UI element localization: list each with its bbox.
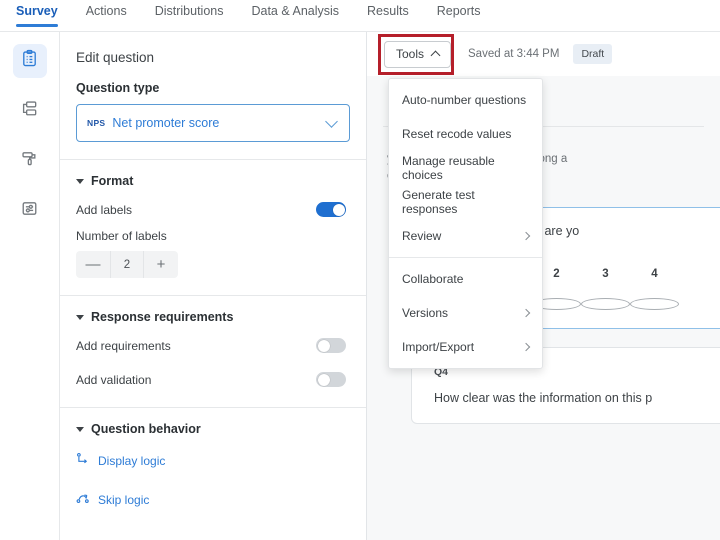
caret-down-icon bbox=[76, 179, 84, 184]
caret-down-icon bbox=[76, 315, 84, 320]
section-response-requirements[interactable]: Response requirements bbox=[60, 296, 366, 324]
tools-dropdown-menu: Auto-number questions Reset recode value… bbox=[388, 78, 543, 369]
left-icon-rail bbox=[0, 32, 60, 540]
section-format[interactable]: Format bbox=[60, 160, 366, 188]
clipboard-icon bbox=[20, 49, 39, 73]
toggle-knob bbox=[333, 204, 345, 216]
nps-number: 4 bbox=[630, 268, 679, 280]
skip-logic-icon bbox=[76, 491, 98, 508]
add-labels-toggle[interactable] bbox=[316, 202, 346, 217]
menu-item-label: Reset recode values bbox=[402, 127, 511, 141]
stepper-decrement-button[interactable]: — bbox=[76, 251, 110, 278]
toggle-knob bbox=[318, 374, 330, 386]
menu-item-label: Auto-number questions bbox=[402, 93, 526, 107]
canvas-toolbar: Tools Saved at 3:44 PM Draft bbox=[367, 32, 720, 76]
saved-status: Saved at 3:44 PM bbox=[468, 48, 559, 60]
nps-number: 3 bbox=[581, 268, 630, 280]
add-requirements-toggle[interactable] bbox=[316, 338, 346, 353]
display-logic-icon bbox=[76, 452, 98, 469]
display-logic-link[interactable]: Display logic bbox=[60, 436, 366, 469]
menu-item-reset-recode-values[interactable]: Reset recode values bbox=[389, 117, 542, 151]
nps-radio-3[interactable] bbox=[581, 298, 630, 310]
menu-item-versions[interactable]: Versions bbox=[389, 296, 542, 330]
menu-item-auto-number-questions[interactable]: Auto-number questions bbox=[389, 83, 542, 117]
menu-item-import-export[interactable]: Import/Export bbox=[389, 330, 542, 364]
menu-item-label: Manage reusable choices bbox=[402, 154, 529, 182]
nav-tab-distributions[interactable]: Distributions bbox=[155, 5, 224, 26]
add-validation-toggle[interactable] bbox=[316, 372, 346, 387]
menu-item-label: Generate test responses bbox=[402, 188, 529, 216]
menu-item-label: Collaborate bbox=[402, 272, 463, 286]
section-format-label: Format bbox=[91, 174, 133, 188]
skip-logic-link[interactable]: Skip logic bbox=[60, 469, 366, 508]
rail-item-builder[interactable] bbox=[13, 44, 47, 78]
caret-down-icon bbox=[76, 427, 84, 432]
number-of-labels-label: Number of labels bbox=[60, 217, 366, 243]
nav-tab-reports[interactable]: Reports bbox=[437, 5, 481, 26]
question-type-select[interactable]: NPS Net promoter score bbox=[76, 104, 350, 142]
section-question-behavior[interactable]: Question behavior bbox=[60, 408, 366, 436]
row-add-requirements: Add requirements bbox=[60, 324, 366, 353]
survey-options-icon bbox=[20, 199, 39, 223]
draft-status-badge: Draft bbox=[573, 44, 612, 64]
section-response-requirements-label: Response requirements bbox=[91, 310, 233, 324]
nps-badge: NPS bbox=[87, 118, 105, 128]
survey-editor-window: Survey Actions Distributions Data & Anal… bbox=[0, 0, 720, 540]
add-requirements-label: Add requirements bbox=[76, 339, 171, 353]
section-question-behavior-label: Question behavior bbox=[91, 422, 201, 436]
question-type-value: Net promoter score bbox=[112, 116, 327, 130]
chevron-up-icon bbox=[431, 51, 441, 61]
row-add-labels: Add labels bbox=[60, 188, 366, 217]
menu-item-collaborate[interactable]: Collaborate bbox=[389, 262, 542, 296]
display-logic-label: Display logic bbox=[98, 454, 165, 468]
toggle-knob bbox=[318, 340, 330, 352]
row-add-validation: Add validation bbox=[60, 353, 366, 387]
rail-item-look-and-feel[interactable] bbox=[13, 144, 47, 178]
menu-item-label: Import/Export bbox=[402, 340, 474, 354]
menu-separator bbox=[389, 257, 542, 258]
skip-logic-label: Skip logic bbox=[98, 493, 149, 507]
tools-button-label: Tools bbox=[396, 47, 424, 61]
stepper-increment-button[interactable]: + bbox=[144, 251, 178, 278]
panel-title: Edit question bbox=[60, 32, 366, 65]
menu-item-label: Versions bbox=[402, 306, 448, 320]
chevron-down-icon bbox=[325, 115, 338, 128]
q4-question-text: How clear was the information on this p bbox=[412, 391, 720, 405]
number-of-labels-stepper: — 2 + bbox=[76, 251, 178, 278]
question-type-label: Question type bbox=[60, 65, 366, 95]
chevron-right-icon bbox=[522, 309, 530, 317]
menu-item-generate-test-responses[interactable]: Generate test responses bbox=[389, 185, 542, 219]
menu-item-manage-reusable-choices[interactable]: Manage reusable choices bbox=[389, 151, 542, 185]
stepper-value: 2 bbox=[110, 251, 144, 278]
add-validation-label: Add validation bbox=[76, 373, 151, 387]
nav-tab-data-and-analysis[interactable]: Data & Analysis bbox=[251, 5, 339, 26]
top-navigation: Survey Actions Distributions Data & Anal… bbox=[0, 0, 720, 32]
nav-tab-actions[interactable]: Actions bbox=[86, 5, 127, 26]
menu-item-review[interactable]: Review bbox=[389, 219, 542, 253]
paint-roller-icon bbox=[20, 149, 39, 173]
edit-question-panel: Edit question Question type NPS Net prom… bbox=[60, 32, 367, 540]
tools-button-wrapper: Tools bbox=[384, 41, 451, 68]
survey-flow-icon bbox=[20, 99, 39, 123]
tools-button[interactable]: Tools bbox=[384, 41, 451, 68]
nps-radio-4[interactable] bbox=[630, 298, 679, 310]
add-labels-label: Add labels bbox=[76, 203, 132, 217]
nav-tab-results[interactable]: Results bbox=[367, 5, 409, 26]
chevron-right-icon bbox=[522, 343, 530, 351]
nav-tab-survey[interactable]: Survey bbox=[16, 5, 58, 26]
chevron-right-icon bbox=[522, 232, 530, 240]
rail-item-survey-flow[interactable] bbox=[13, 94, 47, 128]
menu-item-label: Review bbox=[402, 229, 441, 243]
rail-item-survey-options[interactable] bbox=[13, 194, 47, 228]
